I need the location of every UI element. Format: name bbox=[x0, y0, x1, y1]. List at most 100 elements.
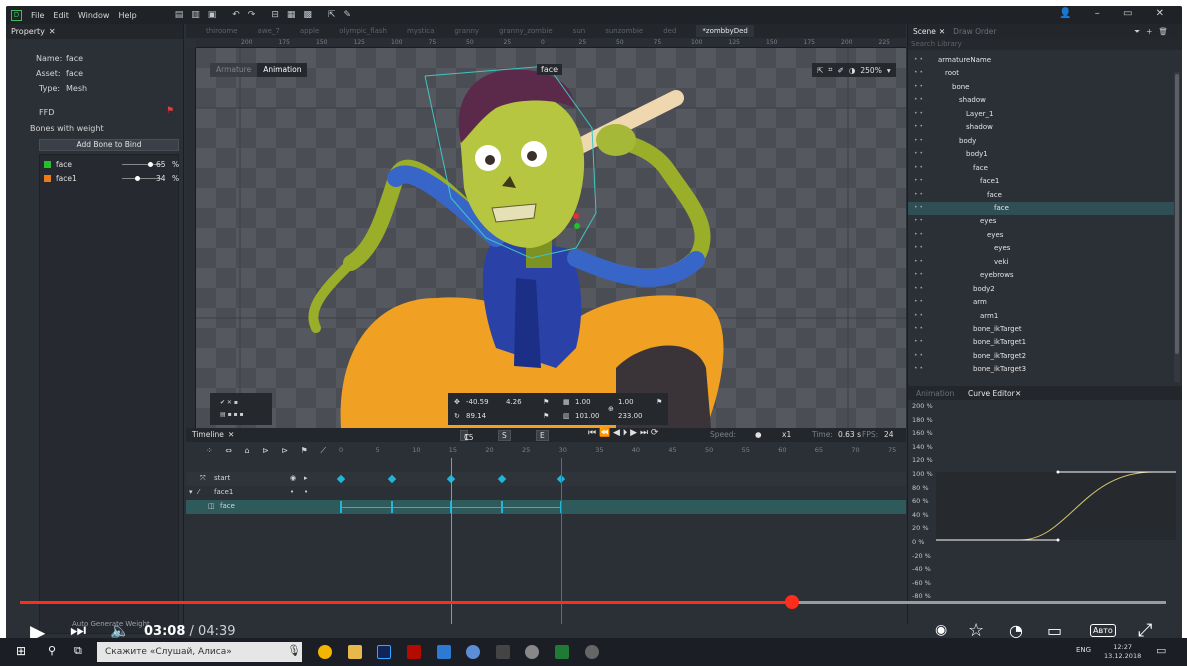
layout-icon[interactable]: ▦ bbox=[287, 10, 296, 20]
weight-row-face1[interactable]: face1 34 % bbox=[44, 173, 179, 185]
dragonbones-icon[interactable] bbox=[555, 645, 569, 659]
visibility-icon[interactable]: • • bbox=[914, 164, 923, 171]
position-y[interactable]: 4.26 bbox=[506, 398, 522, 406]
search-input[interactable]: Search Library bbox=[908, 39, 1182, 50]
import-icon[interactable]: ▤ bbox=[175, 10, 184, 20]
redo-icon[interactable]: ↷ bbox=[248, 10, 256, 20]
scrollbar[interactable] bbox=[1174, 72, 1180, 382]
undo-icon[interactable]: ↶ bbox=[232, 10, 240, 20]
tree-item[interactable]: • • eyes bbox=[908, 242, 1176, 255]
visibility-icon[interactable]: • • bbox=[914, 325, 923, 332]
select-tool-icon[interactable]: ⇱ bbox=[817, 66, 823, 75]
save-icon[interactable]: ▣ bbox=[208, 10, 217, 20]
app-icon[interactable] bbox=[437, 645, 451, 659]
document-tab[interactable]: ded bbox=[663, 27, 676, 35]
weight-slider-knob[interactable] bbox=[135, 176, 140, 181]
open-icon[interactable]: ▥ bbox=[191, 10, 200, 20]
visibility-icon[interactable]: • • bbox=[914, 69, 923, 76]
close-icon[interactable]: ✕ bbox=[49, 27, 56, 36]
microphone-icon[interactable]: 🎙 bbox=[287, 644, 301, 657]
calculator-icon[interactable] bbox=[496, 645, 510, 659]
keyframe[interactable] bbox=[336, 474, 346, 484]
rotation-value[interactable]: 89.14 bbox=[466, 412, 486, 420]
tree-item[interactable]: • • root bbox=[908, 67, 1176, 80]
chevron-down-icon[interactable]: ▾ bbox=[887, 66, 891, 75]
task-view-icon[interactable]: ⧉ bbox=[74, 644, 82, 658]
visibility-icon[interactable]: • • bbox=[914, 150, 923, 157]
visibility-icon[interactable]: • • bbox=[914, 365, 923, 372]
weight-value[interactable]: 65 bbox=[156, 160, 166, 169]
property-tab[interactable]: Property ✕ bbox=[6, 24, 183, 39]
weight-row-face[interactable]: face 65 % bbox=[44, 159, 179, 171]
acrobat-icon[interactable] bbox=[407, 645, 421, 659]
close-icon[interactable]: ✕ bbox=[1015, 389, 1021, 398]
visibility-icon[interactable]: • • bbox=[914, 258, 923, 265]
add-bone-button[interactable]: Add Bone to Bind bbox=[39, 139, 179, 151]
windows-start-icon[interactable]: ⊞ bbox=[16, 644, 26, 658]
tree-item[interactable]: • • face bbox=[908, 162, 1176, 175]
taskbar-search[interactable]: Скажите «Слушай, Алиса» bbox=[97, 642, 302, 662]
tree-item[interactable]: • • armatureName bbox=[908, 54, 1176, 67]
tree-item[interactable]: • • bone_ikTarget2 bbox=[908, 350, 1176, 363]
document-tab[interactable]: granny bbox=[454, 27, 479, 35]
tree-item[interactable]: • • face bbox=[908, 189, 1176, 202]
visibility-icon[interactable]: • • bbox=[914, 177, 923, 184]
flag-icon[interactable]: ⚑ bbox=[543, 398, 549, 406]
system-clock[interactable]: 12:27 13.12.2018 bbox=[1104, 643, 1141, 661]
visibility-icon[interactable]: • • bbox=[914, 338, 923, 345]
visibility-icon[interactable]: • • bbox=[914, 83, 923, 90]
tree-item[interactable]: • • bone_ikTarget3 bbox=[908, 363, 1176, 376]
height-value[interactable]: 233.00 bbox=[618, 412, 643, 420]
keyframe[interactable] bbox=[387, 474, 397, 484]
visibility-icon[interactable]: • • bbox=[914, 56, 923, 63]
visibility-icon[interactable]: • • bbox=[914, 231, 923, 238]
edit-icon[interactable]: ✎ bbox=[343, 10, 351, 20]
visibility-icon[interactable]: • • bbox=[914, 96, 923, 103]
document-tab[interactable]: *zombbyDed bbox=[696, 25, 754, 37]
document-tab[interactable]: thiroome bbox=[206, 27, 238, 35]
photoshop-icon[interactable] bbox=[377, 645, 391, 659]
animation-mode-button[interactable]: Animation bbox=[257, 63, 308, 77]
menu-window[interactable]: Window bbox=[78, 11, 110, 20]
progress-knob[interactable] bbox=[785, 595, 799, 609]
visibility-icon[interactable]: • • bbox=[914, 191, 923, 198]
menu-edit[interactable]: Edit bbox=[53, 11, 69, 20]
tab-animation[interactable]: Animation bbox=[916, 389, 954, 398]
align-icon[interactable]: ⊟ bbox=[271, 10, 279, 20]
chrome-icon[interactable] bbox=[318, 645, 332, 659]
browser-icon[interactable] bbox=[466, 645, 480, 659]
tree-item[interactable]: • • eyes bbox=[908, 229, 1176, 242]
tree-item[interactable]: • • arm1 bbox=[908, 310, 1176, 323]
visibility-icon[interactable]: • • bbox=[914, 285, 923, 292]
tab-draw-order[interactable]: Draw Order bbox=[953, 27, 996, 36]
flag-icon[interactable]: ⚑ bbox=[543, 412, 549, 420]
tree-item[interactable]: • • shadow bbox=[908, 121, 1176, 134]
document-tab[interactable]: sun bbox=[573, 27, 586, 35]
visibility-icon[interactable]: • • bbox=[914, 110, 923, 117]
flag-icon[interactable]: ⚑ bbox=[166, 106, 174, 116]
scene-tools[interactable]: ⏷+🗑 bbox=[1134, 27, 1174, 37]
menu-file[interactable]: File bbox=[31, 11, 44, 20]
language-indicator[interactable]: ENG bbox=[1076, 646, 1091, 654]
tree-item[interactable]: • • eyebrows bbox=[908, 269, 1176, 282]
keyframe[interactable] bbox=[497, 474, 507, 484]
notifications-icon[interactable]: ▭ bbox=[1156, 644, 1166, 657]
visibility-icon[interactable]: • • bbox=[914, 271, 923, 278]
flag-icon[interactable]: ⚑ bbox=[656, 398, 662, 406]
tab-scene[interactable]: Scene bbox=[913, 27, 936, 36]
tree-item[interactable]: • • body bbox=[908, 135, 1176, 148]
visibility-icon[interactable]: • • bbox=[914, 352, 923, 359]
tree-item[interactable]: • • eyes bbox=[908, 215, 1176, 228]
tree-item[interactable]: • • veki bbox=[908, 256, 1176, 269]
visibility-icon[interactable]: • • bbox=[914, 298, 923, 305]
quality-button[interactable]: Авто bbox=[1090, 624, 1116, 637]
tree-item[interactable]: • • Layer_1 bbox=[908, 108, 1176, 121]
folder-icon[interactable] bbox=[348, 645, 362, 659]
transform-tool-icon[interactable]: ⌗ bbox=[828, 65, 832, 75]
zoom-value[interactable]: 250% bbox=[860, 66, 881, 75]
position-x[interactable]: -40.59 bbox=[466, 398, 489, 406]
tree-item[interactable]: • • body1 bbox=[908, 148, 1176, 161]
document-tab[interactable]: mystica bbox=[407, 27, 434, 35]
visibility-icon[interactable]: • • bbox=[914, 123, 923, 130]
tree-item[interactable]: • • face bbox=[908, 201, 1176, 215]
